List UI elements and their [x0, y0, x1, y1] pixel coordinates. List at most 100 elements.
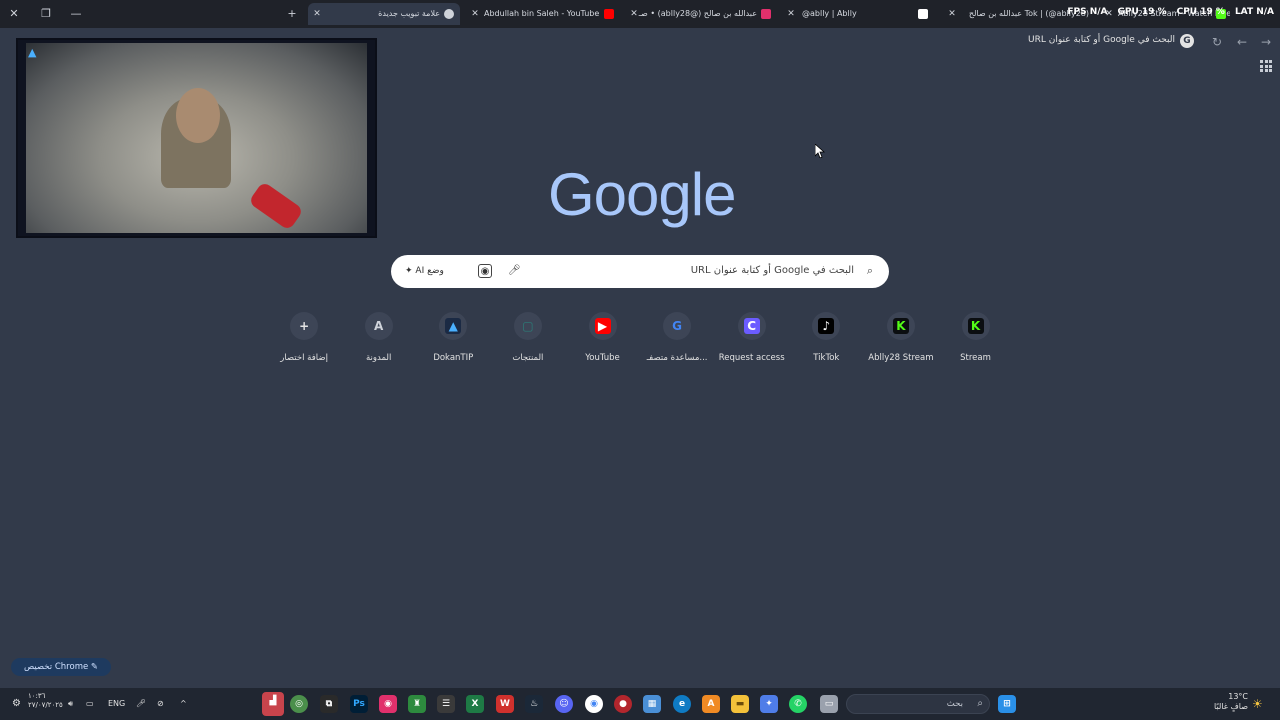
- shortcut-tile[interactable]: ▢ المنتجات: [490, 311, 565, 371]
- shortcut-label: Ablly28 Stream: [868, 353, 934, 363]
- shortcut-tile[interactable]: K Stream: [938, 311, 1013, 371]
- shortcut-label: DokanTIP: [433, 353, 474, 363]
- taskbar-search[interactable]: بحث ⌕: [846, 694, 990, 714]
- microphone-icon[interactable]: 🎤︎: [136, 697, 146, 711]
- back-arrow-icon[interactable]: →: [1258, 34, 1274, 50]
- shortcut-label: Stream: [960, 353, 991, 363]
- close-tab-icon[interactable]: ✕: [785, 3, 797, 25]
- wps-icon[interactable]: W: [496, 695, 514, 713]
- app-icon[interactable]: ◎: [290, 695, 308, 713]
- show-hidden-icons-icon[interactable]: ^: [180, 697, 187, 711]
- ai-mode-button[interactable]: وضع AI ✦: [399, 261, 450, 282]
- omnibox[interactable]: البحث في Google أو كتابة عنوان URL: [1028, 35, 1175, 45]
- gpu-readout: GPU 19 %: [1117, 7, 1167, 17]
- store-icon[interactable]: ▦: [643, 695, 661, 713]
- tab-title: @ablly | Ablly: [802, 9, 857, 18]
- excel-icon[interactable]: X: [466, 695, 484, 713]
- taskbar-search-input[interactable]: بحث: [947, 699, 963, 709]
- notifications-off-icon[interactable]: ⊘: [157, 697, 164, 711]
- google-icon: G: [1180, 34, 1194, 48]
- app-icon[interactable]: ☰: [437, 695, 455, 713]
- shortcut-tile[interactable]: K Ablly28 Stream: [863, 311, 938, 371]
- forward-arrow-icon[interactable]: ←: [1234, 34, 1250, 50]
- active-app-icon[interactable]: ▟: [262, 692, 284, 716]
- shortcut-icon: G: [663, 312, 692, 340]
- network-icon[interactable]: ▭: [86, 697, 94, 711]
- performance-overlay: FPS N/A GPU 19 % CPU 19 % LAT N/A: [1067, 7, 1274, 21]
- new-tab-icon[interactable]: +: [284, 6, 300, 22]
- tab-instagram[interactable]: ✕ عبدالله بن صالح (@ablly28) • صـ: [625, 3, 775, 25]
- clock[interactable]: ١٠:٣٦ ٢٧/٠٧/٢٠٢٥: [28, 692, 63, 709]
- instagram-icon: [761, 9, 771, 19]
- shortcut-label: YouTube: [585, 353, 620, 363]
- clock-time: ١٠:٣٦: [28, 692, 46, 700]
- shortcut-glyph: ▲: [448, 319, 458, 333]
- volume-icon[interactable]: 🔊︎: [68, 697, 73, 711]
- minimize-icon[interactable]: —: [68, 6, 84, 22]
- customize-chrome-button[interactable]: تخصيص Chrome ✎: [11, 658, 111, 676]
- weather-widget[interactable]: 13°C صافٍ غالبًا: [1210, 692, 1248, 711]
- close-tab-icon[interactable]: ✕: [469, 3, 481, 25]
- customize-label: تخصيص Chrome: [23, 662, 89, 672]
- shortcut-glyph: C: [747, 319, 757, 333]
- shortcut-label: مساعدة متصفـ...: [646, 353, 708, 363]
- webcam-feed: [26, 43, 367, 233]
- photoshop-icon[interactable]: Ps: [350, 695, 368, 713]
- capcut-icon[interactable]: ⧉: [320, 695, 338, 713]
- youtube-icon: [604, 9, 614, 19]
- mouse-cursor-icon: [815, 144, 825, 158]
- shortcut-glyph: +: [299, 319, 310, 333]
- edge-icon[interactable]: e: [673, 695, 691, 713]
- steam-icon[interactable]: ♨: [525, 695, 543, 713]
- shortcut-tile[interactable]: A المدونة: [341, 311, 416, 371]
- shortcut-tile[interactable]: G مساعدة متصفـ...: [640, 311, 715, 371]
- settings-icon[interactable]: ⚙: [12, 697, 21, 711]
- app-icon[interactable]: ♜: [408, 695, 426, 713]
- shortcut-tile[interactable]: + إضافة اختصار: [267, 311, 342, 371]
- shortcut-tile[interactable]: C Request access: [714, 311, 789, 371]
- language-indicator[interactable]: ENG: [108, 697, 125, 711]
- app-icon[interactable]: A: [702, 695, 720, 713]
- google-lens-icon[interactable]: ◉: [478, 264, 492, 278]
- close-tab-icon[interactable]: ✕: [946, 3, 958, 25]
- search-icon: ⌕: [977, 698, 983, 709]
- close-window-icon[interactable]: ✕: [6, 6, 22, 22]
- shortcut-icon: ▲: [439, 312, 468, 340]
- shortcut-glyph: ▢: [522, 319, 534, 333]
- tab-new-tab[interactable]: ✕ علامة تبويب جديدة: [308, 3, 460, 25]
- start-icon[interactable]: ⊞: [998, 695, 1016, 713]
- chrome-tab-icon: [444, 9, 454, 19]
- search-icon: ⌕: [866, 264, 874, 277]
- discord-icon[interactable]: ☺: [555, 695, 573, 713]
- shortcut-label: المنتجات: [512, 353, 544, 363]
- microphone: [248, 181, 304, 231]
- shortcut-icon: K: [961, 312, 990, 340]
- weather-desc: صافٍ غالبًا: [1214, 702, 1248, 711]
- task-view-icon[interactable]: ▭: [820, 695, 838, 713]
- google-logo: Google: [548, 161, 736, 228]
- shortcut-tile[interactable]: ♪ TikTok: [789, 311, 864, 371]
- channel-logo-icon: ▲: [28, 46, 37, 59]
- clock-date: ٢٧/٠٧/٢٠٢٥: [28, 701, 63, 709]
- reload-icon[interactable]: ↻: [1209, 34, 1225, 50]
- shortcut-tile[interactable]: ▲ DokanTIP: [416, 311, 491, 371]
- chrome-icon[interactable]: ◉: [585, 695, 603, 713]
- maximize-icon[interactable]: ❐: [38, 6, 54, 22]
- voice-search-icon[interactable]: 🎤︎: [508, 264, 521, 278]
- tab-title: Abdullah bin Saleh - YouTube: [484, 9, 600, 18]
- search-box[interactable]: ⌕ البحث في Google أو كتابة عنوان URL 🎤︎ …: [391, 255, 889, 288]
- tab-ablly[interactable]: ✕ @ablly | Ablly: [782, 3, 932, 25]
- fps-readout: FPS N/A: [1067, 7, 1108, 17]
- cpu-readout: CPU 19 %: [1176, 7, 1225, 17]
- obs-icon[interactable]: ●: [614, 695, 632, 713]
- file-explorer-icon[interactable]: ▬: [731, 695, 749, 713]
- shortcut-icon: K: [886, 312, 915, 340]
- instagram-icon[interactable]: ◉: [379, 695, 397, 713]
- tab-youtube[interactable]: ✕ Abdullah bin Saleh - YouTube: [466, 3, 618, 25]
- search-input[interactable]: البحث في Google أو كتابة عنوان URL: [691, 265, 854, 276]
- shortcut-tile[interactable]: ▶ YouTube: [565, 311, 640, 371]
- whatsapp-icon[interactable]: ✆: [789, 695, 807, 713]
- copilot-icon[interactable]: ✦: [760, 695, 778, 713]
- apps-grid-icon[interactable]: [1260, 60, 1272, 72]
- close-tab-icon[interactable]: ✕: [311, 3, 323, 25]
